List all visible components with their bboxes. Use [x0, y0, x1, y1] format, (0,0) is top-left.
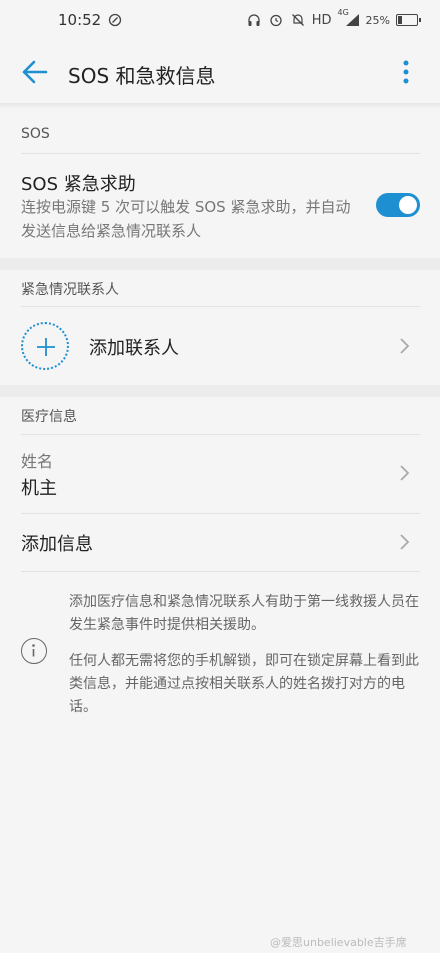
alarm-clock-icon	[268, 12, 284, 28]
app-bar: SOS 和急救信息	[0, 40, 440, 104]
sos-toggle-title: SOS 紧急求助	[21, 174, 136, 195]
sos-toggle-description: 连按电源键 5 次可以触发 SOS 紧急求助，并自动发送信息给紧急情况联系人	[21, 198, 351, 240]
divider	[21, 153, 420, 154]
chevron-right-icon	[398, 533, 412, 551]
chevron-right-icon	[398, 464, 412, 482]
more-options-icon[interactable]	[396, 58, 416, 86]
name-value: 机主	[21, 478, 57, 499]
chevron-right-icon	[398, 337, 412, 355]
battery-percent: 25%	[365, 13, 390, 27]
status-bar: 10:52 HD 4G 25%	[0, 0, 440, 40]
sos-toggle-switch[interactable]	[376, 193, 420, 217]
network-label: HD	[311, 12, 332, 28]
section-separator	[0, 258, 440, 270]
battery-fill	[398, 16, 402, 24]
watermark: @爱思unbelievable吉手席	[270, 936, 407, 949]
back-arrow-icon[interactable]	[20, 58, 50, 86]
add-contact-label: 添加联系人	[89, 338, 179, 359]
info-paragraph-1: 添加医疗信息和紧急情况联系人有助于第一线救援人员在发生紧急事件时提供相关援助。	[69, 594, 419, 633]
status-right: HD 4G 25%	[246, 8, 421, 28]
add-info-label: 添加信息	[21, 534, 93, 555]
toggle-knob	[399, 196, 417, 214]
status-left: 10:52	[58, 11, 123, 29]
section-header-medical: 医疗信息	[21, 409, 77, 425]
add-contact-icon[interactable]	[21, 322, 69, 370]
section-separator	[0, 385, 440, 397]
name-label: 姓名	[21, 452, 54, 471]
status-time: 10:52	[58, 11, 102, 29]
divider	[21, 306, 420, 307]
info-paragraph-2: 任何人都无需将您的手机解锁，即可在锁定屏幕上看到此类信息，并能通过点按相关联系人…	[69, 653, 419, 715]
headphone-icon	[246, 12, 262, 28]
mute-icon	[290, 12, 306, 28]
battery-icon	[396, 14, 421, 26]
signal-label: 4G	[337, 8, 349, 17]
signal-icon: 4G	[338, 8, 360, 28]
section-header-contacts: 紧急情况联系人	[21, 282, 119, 298]
divider	[21, 513, 420, 514]
divider	[21, 434, 420, 435]
divider	[21, 571, 420, 572]
page-title: SOS 和急救信息	[68, 64, 216, 88]
alarm-status-icon	[107, 12, 123, 28]
section-header-sos: SOS	[21, 126, 50, 142]
info-icon	[21, 638, 47, 664]
app-bar-shadow	[0, 103, 440, 109]
